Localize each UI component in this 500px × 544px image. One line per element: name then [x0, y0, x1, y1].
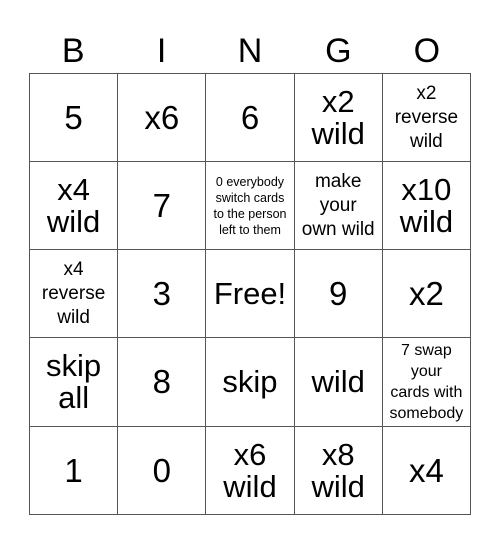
bingo-cell[interactable]: 7	[118, 162, 207, 250]
cell-text: x4 wild	[46, 171, 101, 239]
cell-text: skip	[222, 364, 278, 399]
cell-text: 5	[64, 98, 83, 136]
cell-text: 7 swap your cards with somebody	[389, 342, 464, 422]
free-space-cell[interactable]: Free!	[206, 250, 295, 338]
cell-text: 3	[152, 274, 171, 312]
bingo-cell[interactable]: x2	[382, 250, 471, 338]
bingo-cell[interactable]: 0	[118, 427, 207, 515]
cell-text: skip all	[46, 348, 102, 415]
cell-text: x2 wild	[311, 83, 365, 151]
cell-text: x4 reverse wild	[41, 258, 106, 328]
cell-text: 0	[152, 451, 171, 489]
cell-text: x10 wild	[399, 171, 454, 239]
bingo-cell[interactable]: skip all	[30, 338, 119, 427]
bingo-header: B I N G O	[29, 30, 471, 72]
cell-text: 1	[64, 451, 83, 489]
cell-text: 6	[240, 98, 260, 136]
bingo-cell[interactable]: x6 wild	[206, 427, 295, 515]
bingo-cell[interactable]: x8 wild	[294, 427, 383, 515]
cell-text: make your own wild	[301, 170, 375, 240]
header-letter-b: B	[61, 32, 85, 70]
bingo-cell[interactable]: make your own wild	[294, 162, 383, 250]
bingo-cell[interactable]: 8	[118, 338, 207, 427]
bingo-cell[interactable]: 5	[30, 74, 119, 162]
bingo-cell[interactable]: x2 wild	[294, 74, 383, 162]
cell-text: wild	[311, 364, 365, 399]
bingo-cell[interactable]: 9	[294, 250, 383, 338]
cell-text: Free!	[213, 275, 287, 311]
bingo-cell[interactable]: x4 wild	[30, 162, 119, 250]
cell-text: 7	[152, 186, 171, 224]
cell-text: x2	[408, 274, 444, 312]
bingo-cell[interactable]: x10 wild	[382, 162, 471, 250]
header-letter-g: G	[325, 32, 352, 70]
cell-text: 9	[329, 274, 348, 312]
bingo-cell[interactable]: x6	[118, 74, 207, 162]
cell-text: x8 wild	[311, 436, 365, 504]
bingo-cell[interactable]: x4 reverse wild	[30, 250, 119, 338]
bingo-cell[interactable]: wild	[294, 338, 383, 427]
bingo-cell[interactable]: x2 reverse wild	[382, 74, 471, 162]
cell-text: x4	[408, 451, 444, 489]
bingo-grid: 5 x6 6 x2 wild x2 reverse wild x4 wild 7…	[29, 73, 471, 515]
cell-text: 8	[152, 363, 171, 400]
header-letter-n: N	[237, 32, 263, 70]
cell-text: x2 reverse wild	[394, 82, 459, 152]
header-letter-i: I	[156, 32, 167, 70]
bingo-cell[interactable]: 6	[206, 74, 295, 162]
header-letter-o: O	[413, 32, 441, 70]
bingo-cell[interactable]: skip	[206, 338, 295, 427]
bingo-cell[interactable]: 1	[30, 427, 119, 515]
cell-text: x6 wild	[223, 436, 277, 504]
bingo-cell[interactable]: 0 everybody switch cards to the person l…	[206, 162, 295, 250]
cell-text: x6	[144, 98, 180, 136]
bingo-cell[interactable]: 3	[118, 250, 207, 338]
bingo-cell[interactable]: 7 swap your cards with somebody	[382, 338, 471, 427]
bingo-cell[interactable]: x4	[382, 427, 471, 515]
cell-text: 0 everybody switch cards to the person l…	[213, 174, 287, 237]
